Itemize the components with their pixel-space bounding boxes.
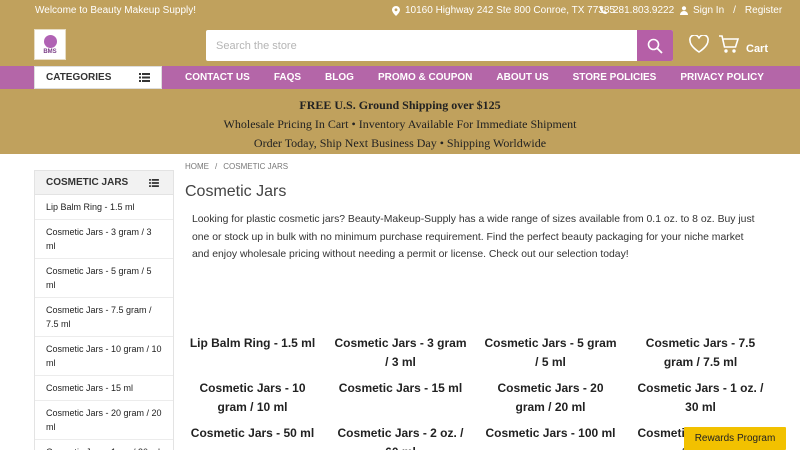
categories-label: CATEGORIES <box>46 72 112 83</box>
subcategory-card[interactable]: Lip Balm Ring - 1.5 ml <box>185 334 320 353</box>
sidebar-item[interactable]: Cosmetic Jars - 3 gram / 3 ml <box>35 220 173 259</box>
logo-mark-icon <box>43 34 57 48</box>
cart-button[interactable]: Cart <box>718 34 768 55</box>
top-bar: Welcome to Beauty Makeup Supply! 10160 H… <box>0 0 800 22</box>
subcategory-card[interactable]: Cosmetic Jars - 1 oz. / 30 ml <box>633 379 768 417</box>
account-links: Sign In / Register <box>680 5 782 16</box>
sign-in-link[interactable]: Sign In <box>693 5 724 16</box>
subcategory-card[interactable]: Cosmetic Jars - 15 ml <box>333 379 468 398</box>
subcategory-card[interactable]: Cosmetic Jars - 20 gram / 20 ml <box>483 379 618 417</box>
promo-free-shipping: FREE U.S. Ground Shipping over $125 <box>299 98 501 112</box>
main-nav: CATEGORIES CONTACT US FAQS BLOG PROMO & … <box>0 66 800 89</box>
subcategory-card[interactable]: Cosmetic Jars - 3 gram / 3 ml <box>333 334 468 372</box>
nav-link-faqs[interactable]: FAQS <box>274 72 301 83</box>
breadcrumb: HOME / COSMETIC JARS <box>185 162 288 171</box>
wishlist-button[interactable] <box>689 34 709 58</box>
sidebar-item[interactable]: Lip Balm Ring - 1.5 ml <box>35 195 173 220</box>
list-icon <box>149 178 159 187</box>
subcategory-card[interactable]: Cosmetic Jars - 10 gram / 10 ml <box>185 379 320 417</box>
store-phone[interactable]: 281.803.9222 <box>599 5 674 16</box>
nav-link-promo-coupon[interactable]: PROMO & COUPON <box>378 72 472 83</box>
register-link[interactable]: Register <box>745 5 782 16</box>
site-header: BMS Cart <box>0 22 800 66</box>
sidebar-item[interactable]: Cosmetic Jars - 5 gram / 5 ml <box>35 259 173 298</box>
subcategory-card[interactable]: Cosmetic Jars - 5 gram / 5 ml <box>483 334 618 372</box>
account-separator: / <box>733 5 736 16</box>
rewards-program-button[interactable]: Rewards Program <box>684 427 786 450</box>
cart-label: Cart <box>746 43 769 55</box>
sidebar-item[interactable]: Cosmetic Jars - 20 gram / 20 ml <box>35 401 173 440</box>
breadcrumb-current: COSMETIC JARS <box>223 162 289 171</box>
location-pin-icon <box>392 5 400 16</box>
store-phone-text: 281.803.9222 <box>613 5 675 16</box>
logo-text: BMS <box>43 48 57 55</box>
breadcrumb-home[interactable]: HOME <box>185 162 209 171</box>
sidebar-item[interactable]: Cosmetic Jars - 1 oz. / 30 ml <box>35 440 173 450</box>
category-sidebar: COSMETIC JARS Lip Balm Ring - 1.5 ml Cos… <box>34 170 174 450</box>
search-bar <box>206 30 673 61</box>
breadcrumb-separator: / <box>215 162 218 171</box>
page-title: Cosmetic Jars <box>185 183 287 200</box>
nav-link-contact-us[interactable]: CONTACT US <box>185 72 250 83</box>
nav-link-about-us[interactable]: ABOUT US <box>496 72 548 83</box>
nav-links: CONTACT US FAQS BLOG PROMO & COUPON ABOU… <box>185 66 788 89</box>
phone-icon <box>599 6 607 15</box>
sidebar-list: Lip Balm Ring - 1.5 ml Cosmetic Jars - 3… <box>35 195 173 450</box>
search-button[interactable] <box>637 30 673 61</box>
subcategory-card[interactable]: Cosmetic Jars - 50 ml <box>185 424 320 443</box>
subcategory-card[interactable]: Cosmetic Jars - 2 oz. / 60 ml <box>333 424 468 450</box>
store-address[interactable]: 10160 Highway 242 Ste 800 Conroe, TX 773… <box>392 5 615 16</box>
sidebar-header[interactable]: COSMETIC JARS <box>35 171 173 195</box>
search-icon <box>647 38 663 54</box>
sidebar-item[interactable]: Cosmetic Jars - 10 gram / 10 ml <box>35 337 173 376</box>
sidebar-item[interactable]: Cosmetic Jars - 15 ml <box>35 376 173 401</box>
list-icon <box>139 73 150 82</box>
sidebar-item[interactable]: Cosmetic Jars - 7.5 gram / 7.5 ml <box>35 298 173 337</box>
subcategory-card[interactable]: Cosmetic Jars - 7.5 gram / 7.5 ml <box>633 334 768 372</box>
promo-shipping-worldwide: Order Today, Ship Next Business Day • Sh… <box>253 136 547 150</box>
promo-wholesale: Wholesale Pricing In Cart • Inventory Av… <box>223 117 577 131</box>
store-address-text: 10160 Highway 242 Ste 800 Conroe, TX 773… <box>405 5 615 16</box>
promo-banner: FREE U.S. Ground Shipping over $125 Whol… <box>0 89 800 154</box>
search-input[interactable] <box>206 30 637 61</box>
cart-icon <box>719 35 740 53</box>
nav-link-blog[interactable]: BLOG <box>325 72 354 83</box>
welcome-message: Welcome to Beauty Makeup Supply! <box>35 5 197 16</box>
categories-menu-button[interactable]: CATEGORIES <box>34 66 162 89</box>
subcategory-card[interactable]: Cosmetic Jars - 100 ml <box>483 424 618 443</box>
heart-icon <box>689 34 709 53</box>
nav-link-privacy-policy[interactable]: PRIVACY POLICY <box>680 72 764 83</box>
category-description: Looking for plastic cosmetic jars? Beaut… <box>192 214 755 260</box>
store-logo[interactable]: BMS <box>34 29 66 60</box>
nav-link-store-policies[interactable]: STORE POLICIES <box>573 72 657 83</box>
user-icon <box>680 6 688 15</box>
sidebar-title: COSMETIC JARS <box>46 177 129 188</box>
